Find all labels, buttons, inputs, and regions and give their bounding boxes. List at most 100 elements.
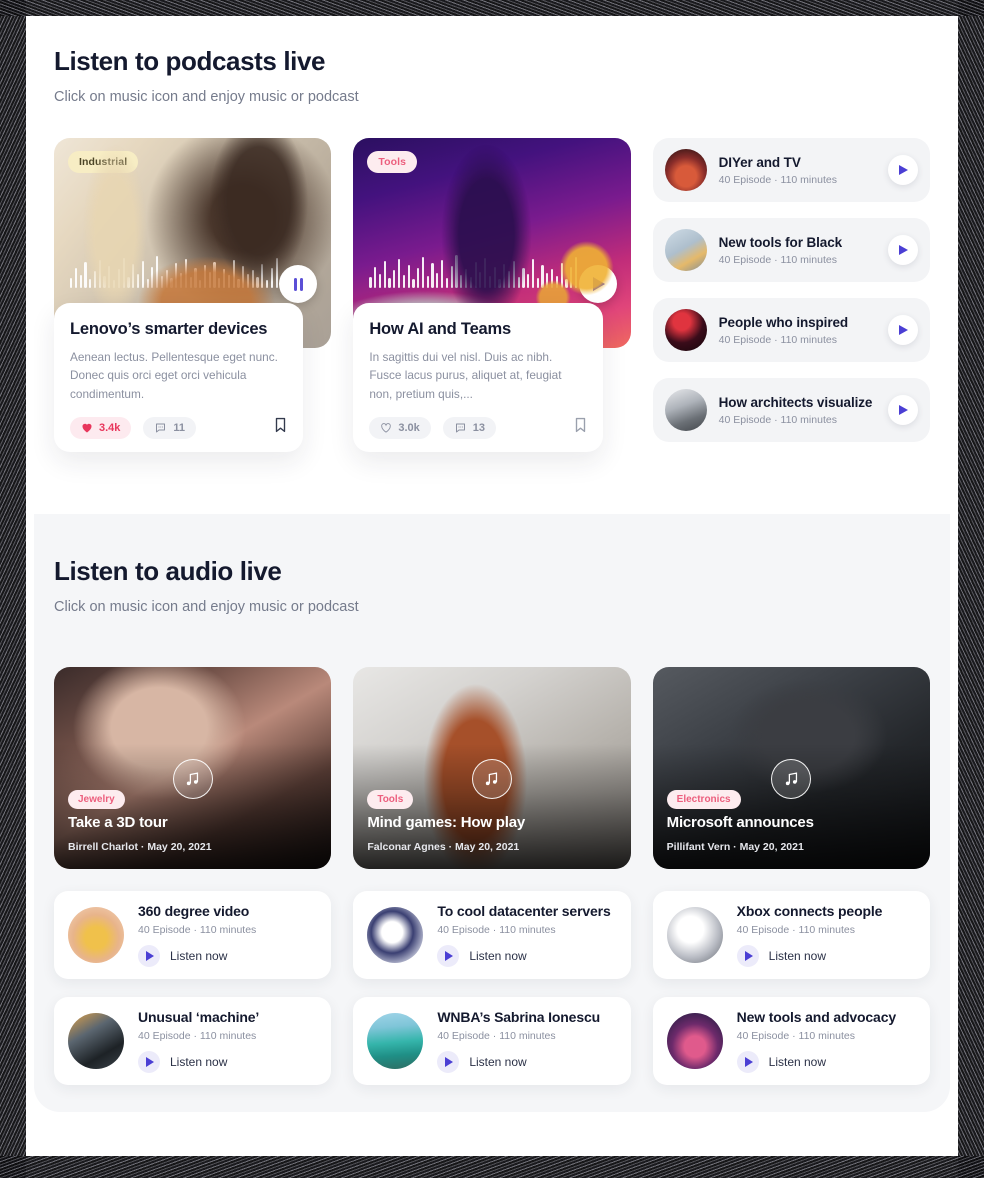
list-item-title: New tools and advocacy: [736, 1009, 896, 1025]
category-badge[interactable]: Electronics: [666, 790, 741, 809]
music-note-icon[interactable]: [771, 759, 812, 799]
podcast-card[interactable]: Tools How AI and Teams In sagittis dui v…: [353, 138, 631, 452]
card-description: In sagittis dui vel nisl. Duis ac nibh. …: [369, 350, 562, 401]
list-item-texts: DIYer and TV 40 Episode · 110 minutes: [719, 155, 876, 186]
play-button[interactable]: [138, 945, 160, 967]
play-button[interactable]: [736, 945, 759, 967]
play-button[interactable]: [437, 945, 460, 967]
card-title: How AI and Teams: [369, 320, 511, 338]
avatar: [367, 907, 424, 963]
pause-button[interactable]: [279, 265, 318, 303]
play-icon: [445, 1057, 454, 1067]
category-badge[interactable]: Industrial: [68, 151, 139, 173]
page-title: Listen to podcasts live: [54, 46, 326, 76]
music-note-icon[interactable]: [471, 759, 512, 799]
category-badge[interactable]: Tools: [367, 790, 414, 809]
list-item[interactable]: WNBA’s Sabrina Ionescu 40 Episode · 110 …: [353, 997, 631, 1085]
play-button[interactable]: [736, 1051, 759, 1073]
comment-icon: [455, 423, 465, 433]
listen-now-button[interactable]: Listen now: [437, 1051, 616, 1073]
like-button[interactable]: 3.0k: [369, 416, 431, 439]
list-item-title: Unusual ‘machine’: [138, 1009, 260, 1025]
list-item-meta: 40 Episode · 110 minutes: [736, 1030, 855, 1042]
category-badge[interactable]: Jewelry: [68, 790, 125, 809]
play-button[interactable]: [437, 1051, 460, 1073]
play-icon: [593, 277, 606, 291]
comment-count: 11: [173, 421, 186, 434]
list-item[interactable]: People who inspired 40 Episode · 110 min…: [652, 298, 930, 362]
page-root: Listen to podcasts live Click on music i…: [0, 0, 984, 1178]
list-item[interactable]: To cool datacenter servers 40 Episode · …: [353, 891, 631, 979]
page-subtitle: Click on music icon and enjoy music or p…: [54, 89, 359, 105]
like-count: 3.4k: [99, 421, 121, 434]
list-item-meta: 40 Episode · 110 minutes: [437, 1030, 556, 1042]
list-item-title: People who inspired: [718, 314, 849, 330]
list-item-meta: 40 Episode · 110 minutes: [718, 173, 837, 186]
podcast-card[interactable]: Industrial Lenovo’s smarter devices Aene…: [54, 138, 332, 452]
list-item-texts: Xbox connects people 40 Episode · 110 mi…: [736, 903, 916, 967]
list-item[interactable]: DIYer and TV 40 Episode · 110 minutes: [652, 138, 930, 202]
avatar: [664, 229, 707, 271]
bookmark-button[interactable]: [574, 417, 587, 438]
list-item[interactable]: New tools for Black 40 Episode · 110 min…: [652, 218, 930, 282]
list-item-meta: 40 Episode · 110 minutes: [138, 924, 257, 936]
music-note-glyph: [186, 771, 199, 785]
play-icon: [146, 951, 154, 961]
audio-card-meta: Birrell Charlot · May 20, 2021: [68, 841, 212, 853]
music-note-icon[interactable]: [172, 759, 213, 799]
avatar: [666, 1013, 723, 1069]
play-button[interactable]: [887, 315, 918, 345]
play-button[interactable]: [887, 155, 918, 185]
comment-icon: [156, 423, 166, 433]
avatar: [664, 309, 707, 351]
list-item[interactable]: Unusual ‘machine’ 40 Episode · 110 minut…: [54, 997, 332, 1085]
audio-card[interactable]: Jewelry Take a 3D tour Birrell Charlot ·…: [54, 667, 332, 869]
list-item-texts: New tools for Black 40 Episode · 110 min…: [719, 235, 876, 266]
podcast-grid: Industrial Lenovo’s smarter devices Aene…: [54, 138, 930, 452]
bookmark-button[interactable]: [274, 417, 287, 438]
audio-section-title: Listen to audio live: [54, 556, 282, 586]
list-item-meta: 40 Episode · 110 minutes: [736, 924, 855, 936]
list-item[interactable]: 360 degree video 40 Episode · 110 minute…: [54, 891, 332, 979]
play-button[interactable]: [887, 395, 918, 425]
comment-button[interactable]: 11: [143, 416, 197, 439]
audio-card[interactable]: Electronics Microsoft announces Pillifan…: [652, 667, 930, 869]
comment-button[interactable]: 13: [442, 416, 496, 439]
listen-now-button[interactable]: Listen now: [736, 945, 916, 967]
card-stats: 3.4k 11: [70, 416, 287, 439]
play-icon: [899, 245, 909, 255]
audio-card[interactable]: Tools Mind games: How play Falconar Agne…: [353, 667, 631, 869]
audio-card-title: Mind games: How play: [367, 814, 526, 831]
pause-icon: [293, 277, 303, 291]
music-note-glyph: [785, 771, 797, 785]
list-item[interactable]: Xbox connects people 40 Episode · 110 mi…: [652, 891, 930, 979]
list-item[interactable]: New tools and advocacy 40 Episode · 110 …: [652, 997, 930, 1085]
audio-card-grid: Jewelry Take a 3D tour Birrell Charlot ·…: [54, 667, 930, 869]
play-icon: [899, 165, 909, 175]
listen-now-button[interactable]: Listen now: [138, 945, 317, 967]
like-button[interactable]: 3.4k: [70, 416, 132, 439]
play-icon: [899, 325, 909, 335]
category-badge[interactable]: Tools: [367, 151, 418, 173]
play-button[interactable]: [138, 1051, 160, 1073]
play-icon: [744, 1057, 753, 1067]
heart-outline-icon: [381, 423, 392, 433]
list-item-title: DIYer and TV: [718, 154, 801, 170]
list-item-texts: New tools and advocacy 40 Episode · 110 …: [736, 1009, 916, 1073]
audio-card-meta: Pillifant Vern · May 20, 2021: [666, 841, 804, 853]
play-icon: [445, 951, 454, 961]
frame-edge-left: [0, 0, 26, 1178]
listen-now-button[interactable]: Listen now: [437, 945, 616, 967]
list-item-meta: 40 Episode · 110 minutes: [718, 253, 837, 266]
list-item[interactable]: How architects visualize 40 Episode · 11…: [652, 378, 930, 442]
list-item-title: How architects visualize: [718, 394, 873, 410]
listen-now-button[interactable]: Listen now: [736, 1051, 916, 1073]
listen-now-button[interactable]: Listen now: [138, 1051, 317, 1073]
heart-filled-icon: [82, 424, 92, 433]
play-button[interactable]: [887, 235, 918, 265]
bookmark-icon: [575, 418, 585, 433]
waveform-visualizer: [70, 252, 278, 288]
comment-count: 13: [472, 421, 485, 434]
play-button[interactable]: [578, 265, 617, 303]
app-window: Listen to podcasts live Click on music i…: [34, 16, 950, 1112]
